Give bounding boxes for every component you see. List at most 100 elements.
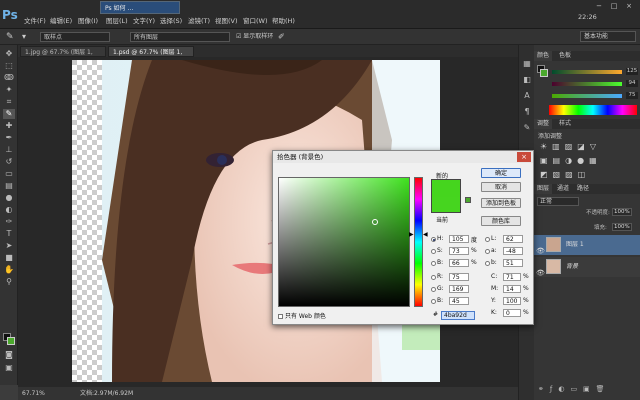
screen-mode-icon[interactable]: ▣: [3, 363, 15, 373]
saturation-brightness-field[interactable]: [278, 177, 410, 307]
radio-r[interactable]: [431, 275, 436, 280]
layer-row-background[interactable]: 👁 背景: [534, 257, 640, 277]
hue-slider[interactable]: [414, 177, 423, 307]
b-input[interactable]: 66: [449, 259, 469, 267]
menu-image[interactable]: 图像(I): [78, 15, 98, 27]
a-input[interactable]: -48: [503, 247, 523, 255]
pressure-icon[interactable]: ✐: [278, 32, 285, 42]
blur-tool-icon[interactable]: ●: [3, 193, 15, 203]
radio-lab-b[interactable]: [485, 261, 490, 266]
path-select-tool-icon[interactable]: ➤: [3, 241, 15, 251]
maximize-button[interactable]: □: [607, 2, 621, 11]
tab-1-jpg[interactable]: 1.jpg @ 67.7% (图层 1, RGB/8) ×: [20, 46, 106, 67]
tab-channels[interactable]: 通道: [554, 184, 572, 194]
history-icon[interactable]: ▦: [521, 59, 533, 69]
pen-tool-icon[interactable]: ✑: [3, 217, 15, 227]
radio-l[interactable]: [485, 237, 490, 242]
web-only-checkbox[interactable]: 只有 Web 颜色: [278, 311, 326, 320]
tab-styles[interactable]: 样式: [556, 119, 574, 129]
quick-mask-icon[interactable]: ◙: [3, 350, 15, 360]
menu-help[interactable]: 帮助(H): [272, 15, 295, 27]
tab-color[interactable]: 颜色: [534, 51, 553, 61]
menu-file[interactable]: 文件(F): [24, 15, 46, 27]
blue-value[interactable]: 75: [626, 92, 638, 99]
background-color-swatch[interactable]: [7, 337, 15, 345]
hue-arrow-right-icon[interactable]: ◀: [423, 231, 428, 238]
sample-select[interactable]: 所有图层: [130, 32, 230, 42]
move-tool-icon[interactable]: ✥: [3, 49, 15, 59]
blue-slider[interactable]: [552, 94, 622, 98]
brush-panel-icon[interactable]: ✎: [521, 123, 533, 133]
quick-select-tool-icon[interactable]: ✦: [3, 85, 15, 95]
m-input[interactable]: 14: [503, 285, 521, 293]
menu-view[interactable]: 视图(V): [215, 15, 238, 27]
shape-tool-icon[interactable]: ■: [3, 253, 15, 263]
menu-type[interactable]: 文字(Y): [133, 15, 155, 27]
adjust-icons-row2[interactable]: ▣▤◑●▦: [540, 156, 602, 165]
layer-name[interactable]: 图层 1: [566, 235, 584, 255]
blue-input[interactable]: 45: [449, 297, 469, 305]
cancel-button[interactable]: 取消: [481, 182, 521, 192]
layer-row-1[interactable]: 👁 图层 1: [534, 235, 640, 255]
workspace-select[interactable]: 基本功能: [580, 31, 636, 42]
zoom-tool-icon[interactable]: ⚲: [3, 277, 15, 287]
opacity-input[interactable]: 100%: [612, 208, 632, 216]
checkbox-icon[interactable]: [278, 314, 283, 319]
menu-edit[interactable]: 编辑(E): [50, 15, 72, 27]
crop-tool-icon[interactable]: ⌗: [3, 97, 15, 107]
eye-icon[interactable]: 👁: [536, 263, 545, 283]
zoom-level[interactable]: 67.71%: [22, 387, 45, 400]
layer-actions-bar[interactable]: ⚭ƒ◐▭▣🗑: [538, 385, 611, 393]
h-input[interactable]: 105: [449, 235, 469, 243]
tool-preset-icon[interactable]: ▾: [22, 32, 26, 42]
menu-select[interactable]: 选择(S): [160, 15, 182, 27]
color-libraries-button[interactable]: 颜色库: [481, 216, 521, 226]
fill-input[interactable]: 100%: [612, 223, 632, 231]
radio-blue[interactable]: [431, 299, 436, 304]
tab-1-psd[interactable]: 1.psd @ 67.7% (图层 1, RGB/8) ×: [108, 46, 194, 67]
marquee-tool-icon[interactable]: ⬚: [3, 61, 15, 71]
blend-mode-select[interactable]: 正常: [537, 197, 579, 206]
eraser-tool-icon[interactable]: ▭: [3, 169, 15, 179]
green-value[interactable]: 94: [626, 80, 638, 87]
add-to-swatches-button[interactable]: 添加到色板: [481, 198, 521, 208]
properties-icon[interactable]: ◧: [521, 75, 533, 85]
adjust-icons-row1[interactable]: ☀▥▨◪▽: [540, 142, 601, 151]
dialog-close-button[interactable]: ×: [517, 152, 531, 162]
tab-swatches[interactable]: 色板: [556, 51, 574, 61]
hue-arrow-left-icon[interactable]: ▶: [409, 231, 414, 238]
y-input[interactable]: 100: [503, 297, 521, 305]
menu-filter[interactable]: 滤镜(T): [188, 15, 210, 27]
l-input[interactable]: 62: [503, 235, 523, 243]
character-icon[interactable]: A: [521, 91, 533, 101]
radio-b[interactable]: [431, 261, 436, 266]
stamp-tool-icon[interactable]: ⊥: [3, 145, 15, 155]
adjust-icons-row3[interactable]: ◩▧▨◫: [540, 170, 590, 179]
tab-adjustments[interactable]: 调整: [534, 119, 553, 129]
k-input[interactable]: 0: [503, 309, 521, 317]
hex-input[interactable]: 4ba92d: [441, 311, 475, 320]
menu-window[interactable]: 窗口(W): [243, 15, 268, 27]
eyedropper-tool-icon[interactable]: ✎: [3, 109, 15, 119]
radio-s[interactable]: [431, 249, 436, 254]
radio-a[interactable]: [485, 249, 490, 254]
ok-button[interactable]: 确定: [481, 168, 521, 178]
radio-h[interactable]: [431, 237, 436, 242]
red-slider[interactable]: [552, 70, 622, 74]
type-tool-icon[interactable]: T: [3, 229, 15, 239]
tab-layers[interactable]: 图层: [534, 184, 553, 194]
show-ring-checkbox[interactable]: ☑ 显示取样环: [236, 32, 273, 42]
history-brush-tool-icon[interactable]: ↺: [3, 157, 15, 167]
color-marker[interactable]: [372, 219, 378, 225]
web-safe-cube-icon[interactable]: [465, 197, 471, 203]
close-button[interactable]: ×: [622, 2, 636, 11]
lasso-tool-icon[interactable]: ↂ: [3, 73, 15, 83]
panel-bg-swatch[interactable]: [540, 69, 548, 77]
menu-layer[interactable]: 图层(L): [106, 15, 128, 27]
current-color-swatch[interactable]: [431, 197, 461, 213]
sample-size-select[interactable]: 取样点: [40, 32, 110, 42]
red-value[interactable]: 125: [626, 68, 638, 75]
lab-b-input[interactable]: 51: [503, 259, 523, 267]
paragraph-icon[interactable]: ¶: [521, 107, 533, 117]
brush-tool-icon[interactable]: ✒: [3, 133, 15, 143]
